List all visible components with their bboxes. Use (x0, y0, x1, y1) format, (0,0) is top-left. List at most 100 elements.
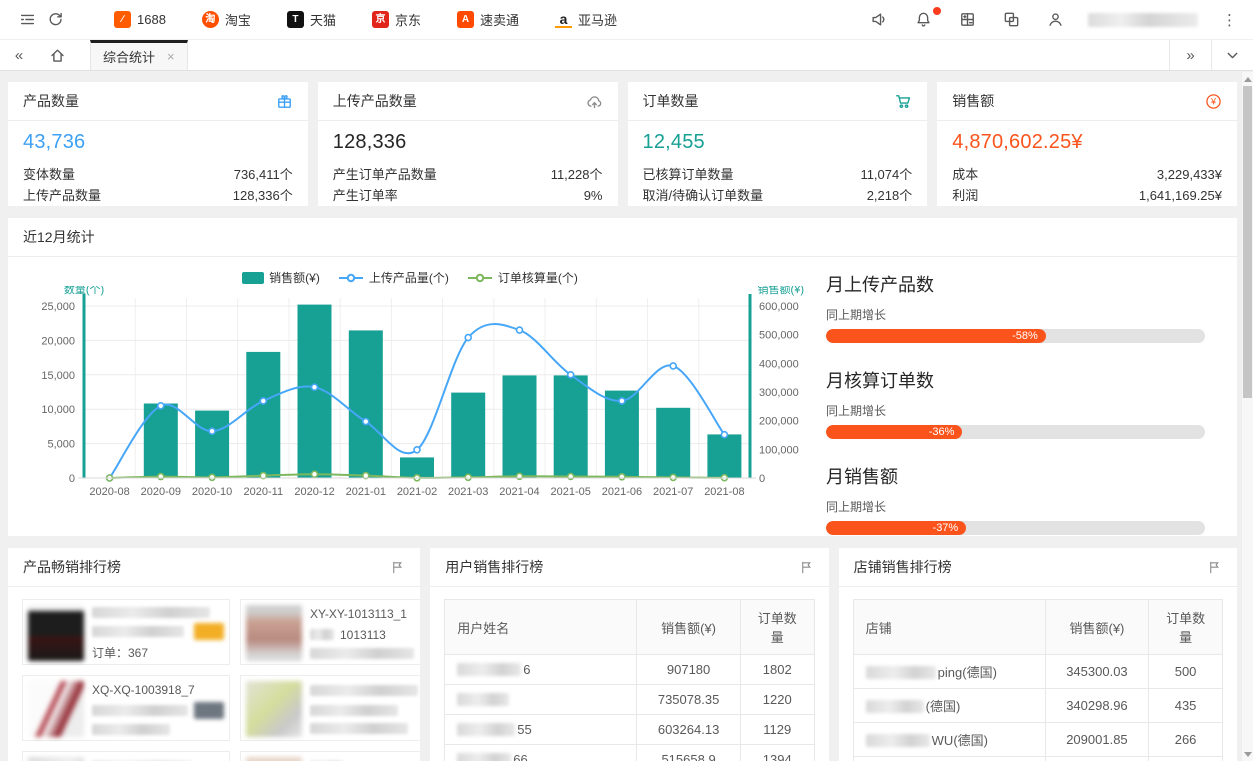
product-item-4[interactable] (240, 675, 420, 741)
stat-cards-row: 产品数量43,736变体数量736,411个上传产品数量128,336个上传产品… (8, 82, 1237, 206)
stat-card-value: 4,870,602.25¥ (952, 131, 1222, 154)
marketplace-tab-1688[interactable]: ∕1688 (96, 0, 184, 40)
product-info-line (310, 704, 420, 717)
marketplace-tab-亚马逊[interactable]: a亚马逊 (537, 0, 635, 40)
svg-text:数量(个): 数量(个) (64, 286, 104, 296)
svg-text:2021-05: 2021-05 (551, 486, 591, 498)
user-icon[interactable] (1044, 9, 1066, 31)
svg-text:¥: ¥ (1210, 96, 1217, 106)
product-text: XQ-XQ-1003918_7 (92, 683, 195, 697)
legend-item-1[interactable]: 销售额(¥) (242, 269, 320, 286)
marketplace-label: 1688 (137, 12, 166, 27)
growth-value: -37% (933, 522, 959, 534)
combo-chart: 05,00010,00015,00020,00025,0000100,00020… (10, 286, 810, 523)
sales-amount: 209001.85 (1045, 723, 1148, 757)
stat-card-value: 43,736 (23, 131, 293, 154)
product-image-redacted (28, 681, 84, 737)
product-item-2[interactable]: XY-XY-1013113_110131132 (240, 599, 420, 665)
column-header: 销售额(¥) (637, 600, 740, 655)
growth-progress-fill: -37% (826, 521, 966, 535)
stat-row-value: 736,411个 (234, 164, 293, 185)
calculator-icon[interactable] (956, 9, 978, 31)
top-toolbar: ∕1688淘淘宝T天猫京京东A速卖通a亚马逊 ⋮ (0, 0, 1253, 40)
redacted-text (92, 607, 210, 618)
marketplace-tab-速卖通[interactable]: A 速卖通 (439, 0, 537, 40)
marketplace-label: 京东 (395, 10, 421, 29)
toolbar-left: ∕1688淘淘宝T天猫京京东A速卖通a亚马逊 (16, 0, 635, 40)
chart-card-body: 销售额(¥)上传产品量(个)订单核算量(个) 05,00010,00015,00… (8, 257, 1237, 559)
svg-text:100,000: 100,000 (759, 444, 799, 456)
product-item-3[interactable]: XQ-XQ-1003918_7 (22, 675, 230, 741)
chart-card-title: 近12月统计 (23, 227, 95, 247)
order-count: 1129 (740, 715, 814, 745)
close-tab-icon[interactable]: × (167, 49, 175, 64)
product-item-6[interactable]: XY-1012408_1 (240, 751, 420, 761)
column-header: 订单数量 (740, 600, 814, 655)
redacted-text (310, 685, 418, 696)
table-row: (德国)340298.96435 (853, 689, 1222, 723)
shops-card-title: 店铺销售排行榜 (854, 557, 952, 577)
refresh-icon[interactable] (44, 9, 66, 31)
name-suffix: WU(德国) (932, 733, 988, 748)
switch-icon[interactable] (1000, 9, 1022, 31)
product-text: 订单：367 (92, 644, 148, 661)
tab-list-dropdown-icon[interactable] (1211, 40, 1253, 70)
products-grid: 订单：367 XY-XY-1013113_110131132 XQ-XQ-10039… (8, 587, 420, 761)
scrollbar-down-arrow[interactable] (1242, 748, 1253, 760)
product-info-line (92, 624, 224, 639)
product-info (310, 681, 420, 735)
more-menu-icon[interactable]: ⋮ (1220, 11, 1239, 29)
scrollbar-thumb[interactable] (1243, 86, 1252, 398)
logo-aliexpress-icon: A (457, 11, 474, 28)
product-info-line (92, 703, 224, 718)
product-info-line: XQ-XQ-1003918_7 (92, 683, 224, 697)
svg-text:2021-07: 2021-07 (653, 486, 693, 498)
column-header: 用户姓名 (445, 600, 637, 655)
product-info-line (310, 648, 420, 659)
table-row: WU(德国)209001.85266 (853, 723, 1222, 757)
product-item-1[interactable]: 订单：367 (22, 599, 230, 665)
stat-card-header: 上传产品数量 (318, 82, 618, 121)
legend-line-marker (338, 272, 364, 284)
flag-icon (390, 560, 405, 575)
marketplace-tab-淘宝[interactable]: 淘淘宝 (184, 0, 269, 40)
redacted-name (457, 753, 511, 761)
stat-card-title: 销售额 (952, 91, 994, 111)
stat-card-row: 产生订单率9% (318, 185, 618, 206)
marketplace-label: 速卖通 (480, 10, 519, 29)
order-count: 1394 (740, 745, 814, 761)
growth-group-2: 月核算订单数同上期增长-36% (826, 367, 1205, 439)
legend-item-3[interactable]: 订单核算量(个) (467, 269, 578, 286)
svg-text:5,000: 5,000 (47, 439, 75, 451)
product-image-redacted (246, 681, 302, 737)
stat-row-value: 2,218个 (867, 185, 913, 206)
growth-title: 月销售额 (826, 463, 1205, 489)
bell-icon[interactable] (912, 9, 934, 31)
redacted-name (866, 734, 930, 747)
logo-jd-icon: 京 (372, 11, 389, 28)
svg-text:600,000: 600,000 (759, 301, 799, 313)
stat-card-value: 12,455 (643, 131, 913, 154)
speaker-icon[interactable] (868, 9, 890, 31)
expand-tabs-button[interactable]: » (1169, 40, 1211, 70)
stat-card-row: 上传产品数量128,336个 (8, 185, 308, 206)
legend-item-2[interactable]: 上传产品量(个) (338, 269, 449, 286)
scrollbar-up-arrow[interactable] (1242, 73, 1253, 85)
menu-icon[interactable] (16, 9, 38, 31)
product-image-redacted (28, 605, 84, 661)
chart-area: 销售额(¥)上传产品量(个)订单核算量(个) 05,00010,00015,00… (10, 261, 810, 559)
marketplace-tab-天猫[interactable]: T天猫 (269, 0, 354, 40)
svg-text:10,000: 10,000 (41, 404, 75, 416)
user-name-redacted[interactable] (1088, 13, 1198, 27)
table-row: n(日本)199265.69840 (853, 757, 1222, 761)
stat-card-row: 已核算订单数量11,074个 (628, 164, 928, 185)
stat-row-label: 成本 (952, 164, 978, 185)
users-card-header: 用户销售排行榜 (430, 548, 828, 587)
notification-dot (933, 7, 941, 15)
product-item-5[interactable] (22, 751, 230, 761)
tab-comprehensive-statistics[interactable]: 综合统计 × (90, 40, 188, 70)
home-icon[interactable] (38, 40, 76, 70)
marketplace-tab-京东[interactable]: 京京东 (354, 0, 439, 40)
stat-card-title: 上传产品数量 (333, 91, 417, 111)
collapse-tabs-button[interactable]: « (0, 40, 38, 70)
